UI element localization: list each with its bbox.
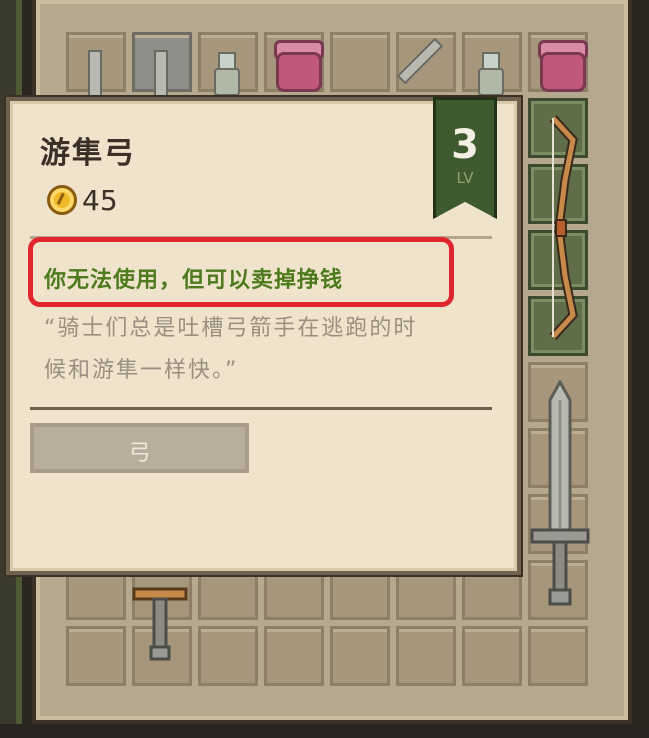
bottom-strip — [0, 724, 649, 738]
level-number: 3 — [451, 122, 479, 168]
inventory-slot[interactable] — [330, 32, 390, 92]
divider — [30, 407, 492, 410]
potion-icon — [478, 68, 504, 96]
description-line-2: 候和游隼一样快。” — [44, 358, 239, 383]
sword-icon — [530, 380, 590, 606]
sword-icon — [132, 587, 188, 661]
inventory-slot[interactable] — [396, 626, 456, 686]
bow-icon — [549, 114, 578, 341]
potion-icon — [214, 68, 240, 96]
jar-icon — [540, 52, 586, 92]
inventory-slot[interactable] — [528, 626, 588, 686]
item-type: 弓 — [128, 441, 151, 466]
inventory-slot[interactable] — [198, 626, 258, 686]
jar-icon — [276, 52, 322, 92]
item-name: 游隼弓 — [40, 136, 136, 171]
gold-coin-icon — [47, 185, 77, 215]
blade-icon — [154, 50, 168, 98]
inventory-slot[interactable] — [462, 626, 522, 686]
blade-icon — [88, 50, 102, 98]
sell-only-notice: 你无法使用，但可以卖掉挣钱 — [44, 268, 344, 293]
inventory-slot[interactable] — [264, 626, 324, 686]
level-suffix: LV — [456, 169, 474, 187]
description-line-1: “骑士们总是吐槽弓箭手在逃跑的时 — [44, 316, 418, 341]
inventory-slot[interactable] — [66, 626, 126, 686]
item-price: 45 — [82, 184, 118, 217]
inventory-slot[interactable] — [330, 626, 390, 686]
